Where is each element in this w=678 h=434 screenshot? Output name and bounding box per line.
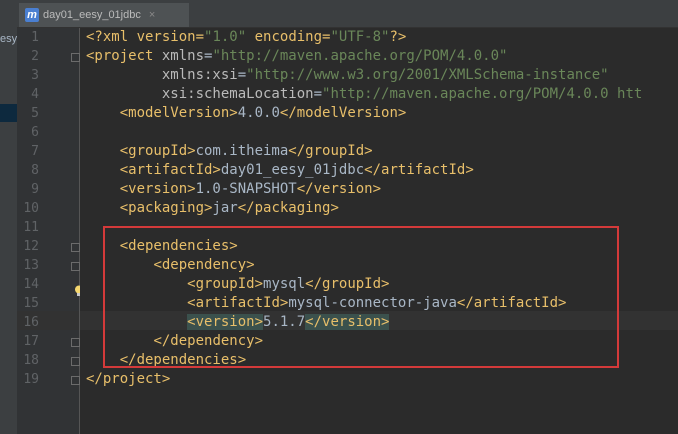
project-tree-selection[interactable] xyxy=(0,104,17,122)
code-token: <modelVersion> xyxy=(119,105,238,121)
line-number: 8 xyxy=(31,163,39,178)
code-token: 4.0.0 xyxy=(237,105,280,121)
line-number: 11 xyxy=(23,220,39,235)
code-token: </groupId> xyxy=(288,143,373,159)
line-number: 6 xyxy=(31,125,39,140)
code-token: </version> xyxy=(296,181,382,197)
code-token: = xyxy=(237,67,247,83)
line-number: 16 xyxy=(23,315,39,330)
code-token: ?> xyxy=(389,29,407,45)
line-number: 7 xyxy=(31,144,39,159)
line-number: 15 xyxy=(23,296,39,311)
code-line[interactable]: <project xmlns="http://maven.apache.org/… xyxy=(86,47,507,66)
line-number: 19 xyxy=(23,372,39,387)
close-icon[interactable]: × xyxy=(149,9,155,21)
code-line[interactable]: <artifactId>day01_eesy_01jdbc</artifactI… xyxy=(86,161,474,180)
project-tree-label: esy_ xyxy=(0,33,17,45)
code-token: <?xml version= xyxy=(86,29,205,45)
code-line[interactable]: <version>1.0-SNAPSHOT</version> xyxy=(86,180,381,199)
code-token: xsi:schemaLocation xyxy=(161,86,314,102)
fold-marker-icon[interactable] xyxy=(71,53,80,62)
tab-label: day01_eesy_01jdbc xyxy=(43,9,141,21)
line-number: 18 xyxy=(23,353,39,368)
editor-tab-bar: m day01_eesy_01jdbc × xyxy=(17,0,678,28)
line-number: 12 xyxy=(23,239,39,254)
code-token: <project xyxy=(86,48,162,64)
fold-marker-icon[interactable] xyxy=(71,376,80,385)
line-number: 9 xyxy=(31,182,39,197)
fold-marker-icon[interactable] xyxy=(71,243,80,252)
fold-marker-icon[interactable] xyxy=(71,262,80,271)
line-number: 13 xyxy=(23,258,39,273)
line-number: 4 xyxy=(31,87,39,102)
dependencies-highlight-box xyxy=(103,226,619,368)
line-number: 14 xyxy=(23,277,39,292)
code-token: 1.0-SNAPSHOT xyxy=(195,181,297,197)
code-token: <version> xyxy=(119,181,196,197)
code-line[interactable]: </project> xyxy=(86,370,170,389)
code-token: "http://www.w3.org/2001/XMLSchema-instan… xyxy=(246,67,609,83)
code-token: "http://maven.apache.org/POM/4.0.0 htt xyxy=(322,86,643,102)
line-number: 2 xyxy=(31,49,39,64)
code-line[interactable]: <modelVersion>4.0.0</modelVersion> xyxy=(86,104,407,123)
code-token: xmlns:xsi xyxy=(161,67,238,83)
code-token: </packaging> xyxy=(237,200,339,216)
code-token: jar xyxy=(212,200,238,216)
code-token: encoding= xyxy=(246,29,331,45)
line-number: 10 xyxy=(23,201,39,216)
code-line[interactable]: <groupId>com.itheima</groupId> xyxy=(86,142,373,161)
code-token: <packaging> xyxy=(119,200,213,216)
code-token: </project> xyxy=(86,371,171,387)
code-token: "UTF-8" xyxy=(330,29,390,45)
editor-tab[interactable]: m day01_eesy_01jdbc × xyxy=(19,3,189,27)
code-token: "http://maven.apache.org/POM/4.0.0" xyxy=(212,48,508,64)
code-token: <artifactId> xyxy=(119,162,221,178)
code-token: </modelVersion> xyxy=(279,105,407,121)
code-token: <groupId> xyxy=(119,143,196,159)
line-number-gutter[interactable]: 1 2 3 4 5 6 7 8 9 10 11 12 13 14 15 16 17 18 19 xyxy=(17,28,80,434)
code-line[interactable]: xmlns:xsi="http://www.w3.org/2001/XMLSch… xyxy=(86,66,609,85)
code-line[interactable]: <packaging>jar</packaging> xyxy=(86,199,339,218)
maven-m-icon: m xyxy=(25,8,39,22)
line-number: 3 xyxy=(31,68,39,83)
code-line[interactable]: <?xml version="1.0" encoding="UTF-8"?> xyxy=(86,28,406,47)
fold-marker-icon[interactable] xyxy=(71,338,80,347)
code-token: "1.0" xyxy=(204,29,247,45)
line-number: 17 xyxy=(23,334,39,349)
code-token: com.itheima xyxy=(195,143,289,159)
code-token: xmlns xyxy=(161,48,205,64)
code-token: = xyxy=(313,86,323,102)
code-token: day01_eesy_01jdbc xyxy=(220,162,365,178)
code-line[interactable]: xsi:schemaLocation="http://maven.apache.… xyxy=(86,85,642,104)
project-panel-strip[interactable]: esy_ xyxy=(0,0,18,434)
line-number: 1 xyxy=(31,30,39,45)
code-token: </artifactId> xyxy=(364,162,474,178)
line-number: 5 xyxy=(31,106,39,121)
fold-marker-icon[interactable] xyxy=(71,357,80,366)
